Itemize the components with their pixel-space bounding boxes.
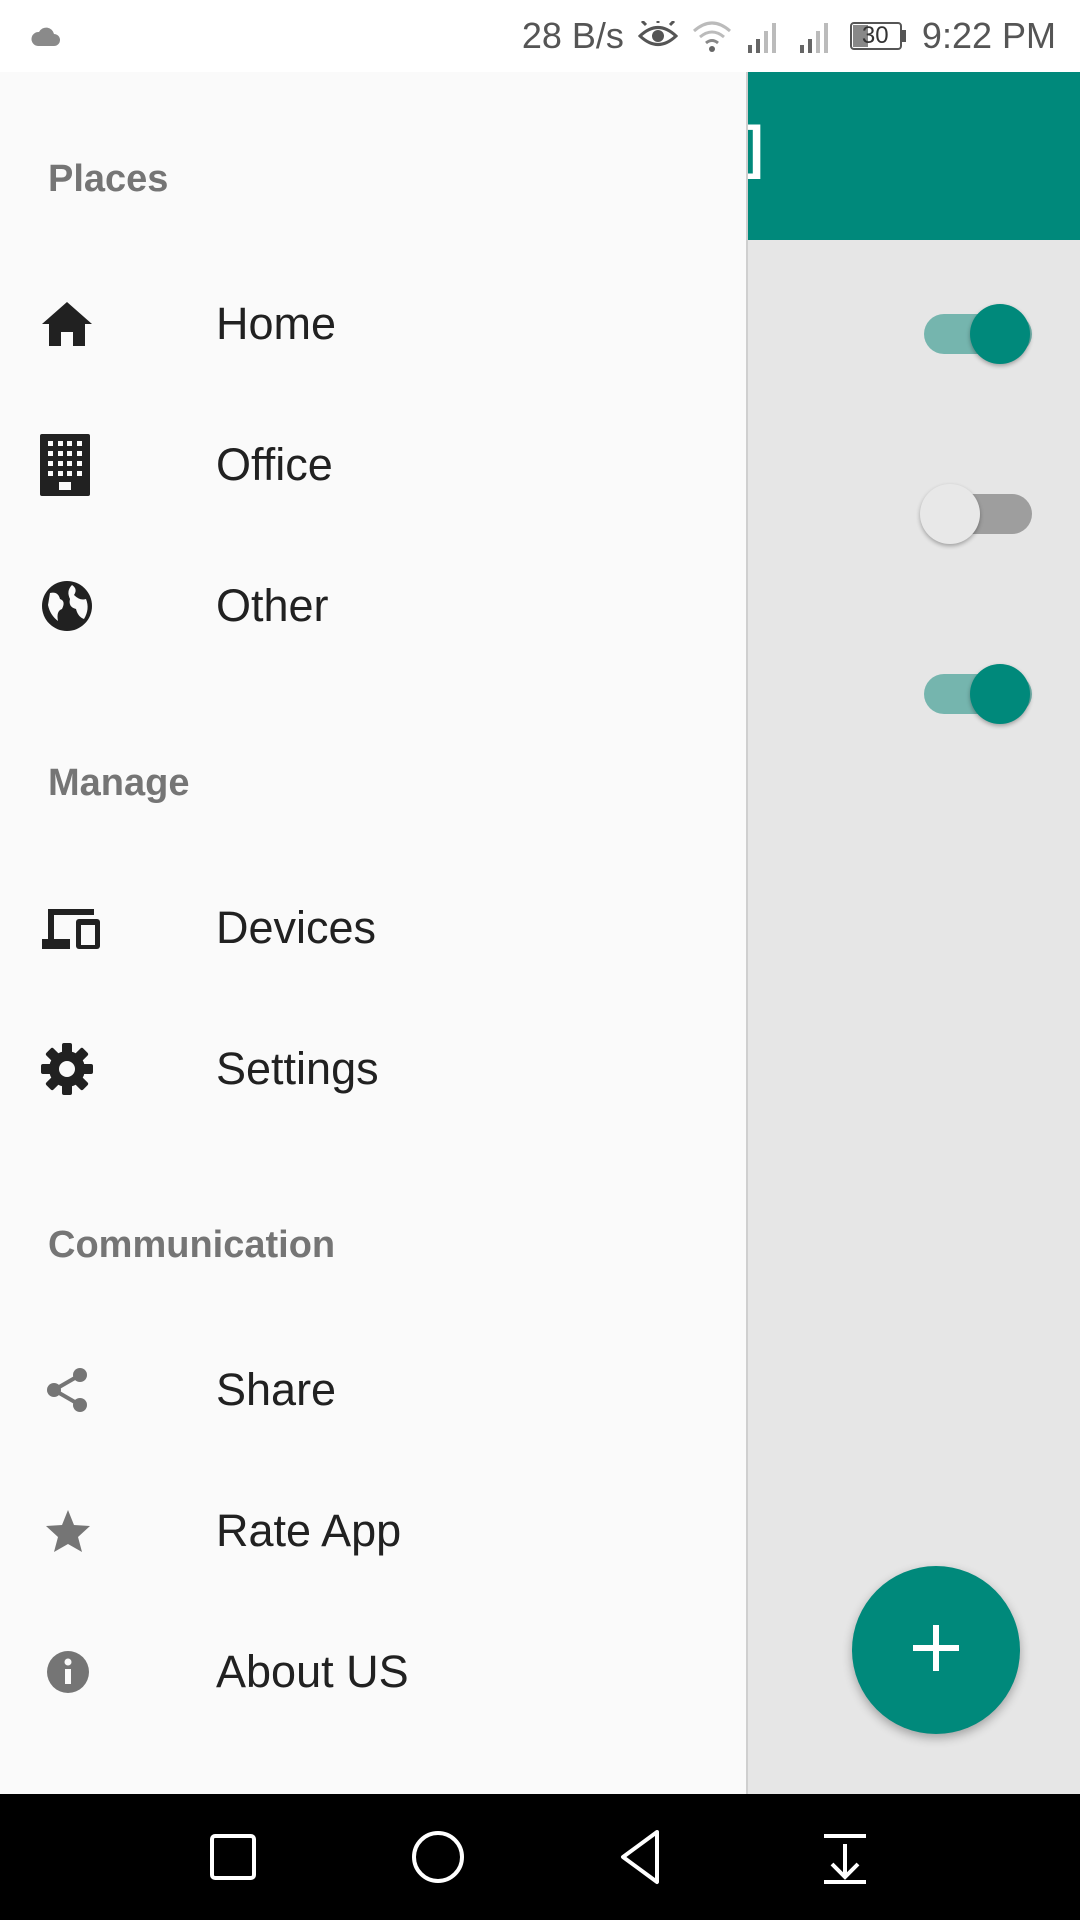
share-icon <box>44 1345 134 1435</box>
cloud-icon <box>30 24 62 48</box>
system-navigation-bar <box>0 1794 1080 1920</box>
drawer-item-label: Other <box>216 580 329 631</box>
section-header-places: Places <box>48 158 169 200</box>
gear-icon <box>40 1024 130 1114</box>
wifi-icon <box>692 19 732 53</box>
navigation-drawer: Places Home Office Other Manage Devices … <box>0 72 748 1794</box>
toggle-switch-2[interactable] <box>920 476 1036 546</box>
eye-icon <box>637 21 678 51</box>
add-fab-button[interactable] <box>852 1566 1020 1734</box>
section-header-manage: Manage <box>48 762 190 804</box>
info-icon <box>46 1627 136 1717</box>
drawer-item-label: Home <box>216 298 337 349</box>
devices-icon <box>40 883 130 973</box>
notification-pull-icon[interactable] <box>812 1824 878 1890</box>
drawer-item-label: Devices <box>216 902 377 953</box>
drawer-item-label: About US <box>216 1646 409 1697</box>
net-speed: 28 B/s <box>521 15 624 56</box>
home-icon <box>40 279 130 369</box>
drawer-item-devices[interactable]: Devices <box>0 858 746 998</box>
drawer-item-share[interactable]: Share <box>0 1320 746 1460</box>
status-bar: 28 B/s 30 9:22 PM <box>0 0 1080 72</box>
office-building-icon <box>40 420 130 510</box>
signal-icon <box>798 19 836 53</box>
drawer-item-about-us[interactable]: About US <box>0 1602 746 1742</box>
recents-square-icon[interactable] <box>200 1824 266 1890</box>
switch-thumb <box>970 664 1030 724</box>
drawer-item-settings[interactable]: Settings <box>0 999 746 1139</box>
clock: 9:22 PM <box>921 15 1056 56</box>
star-icon <box>44 1486 134 1576</box>
drawer-item-label: Office <box>216 439 333 490</box>
battery-level: 30 <box>861 22 889 49</box>
back-triangle-icon[interactable] <box>609 1824 675 1890</box>
drawer-item-label: Rate App <box>216 1505 402 1556</box>
toggle-switch-3[interactable] <box>920 656 1036 726</box>
switch-thumb <box>920 484 980 544</box>
plus-icon <box>911 1623 961 1678</box>
home-circle-icon[interactable] <box>405 1824 471 1890</box>
signal-icon <box>746 19 784 53</box>
drawer-item-rate-app[interactable]: Rate App <box>0 1461 746 1601</box>
switch-thumb <box>970 304 1030 364</box>
drawer-item-label: Share <box>216 1364 337 1415</box>
globe-icon <box>40 561 130 651</box>
section-header-communication: Communication <box>48 1224 336 1266</box>
toggle-switch-1[interactable] <box>920 296 1036 366</box>
drawer-item-label: Settings <box>216 1043 379 1094</box>
drawer-item-office[interactable]: Office <box>0 395 746 535</box>
drawer-item-other[interactable]: Other <box>0 536 746 676</box>
drawer-item-home[interactable]: Home <box>0 254 746 394</box>
battery-icon: 30 <box>849 21 908 51</box>
